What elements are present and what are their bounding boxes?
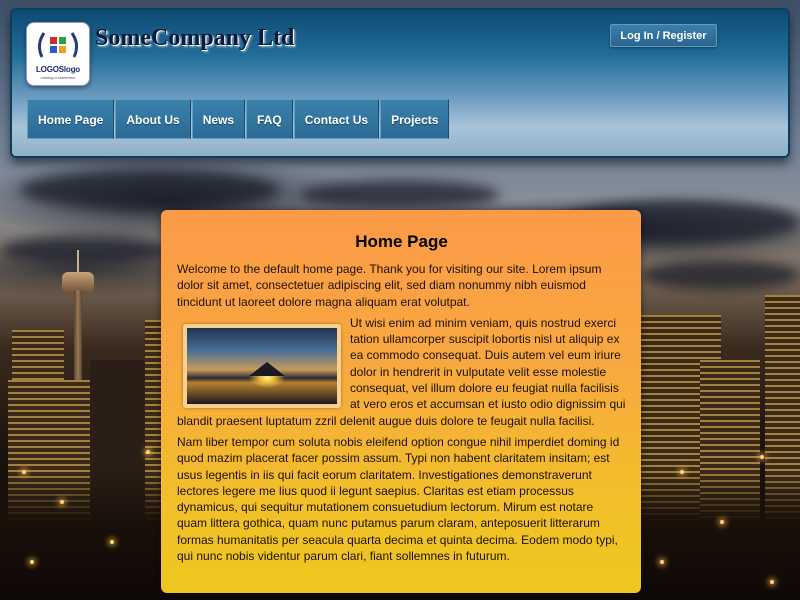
nav-item-contact-us[interactable]: Contact Us (293, 99, 380, 139)
nav-item-about-us[interactable]: About Us (115, 99, 191, 139)
nav-item-news[interactable]: News (191, 99, 246, 139)
nav-item-home-page[interactable]: Home Page (27, 99, 115, 139)
logo-text: LOGOSlogo (36, 65, 80, 74)
company-name: SomeCompany Ltd (95, 25, 295, 51)
company-logo[interactable]: LOGOSlogo making a statement (26, 22, 90, 86)
nav-item-faq[interactable]: FAQ (246, 99, 293, 139)
sunset-lake-image (183, 323, 341, 408)
intro-paragraph: Welcome to the default home page. Thank … (177, 262, 602, 309)
main-navigation: Home Page About Us News FAQ Contact Us P… (27, 99, 450, 139)
body-paragraph-2: Nam liber tempor cum soluta nobis eleife… (177, 434, 620, 564)
login-register-button[interactable]: Log In / Register (610, 24, 717, 47)
logo-emblem-icon (37, 32, 79, 58)
main-content-panel: Home Page Welcome to the default home pa… (161, 210, 641, 593)
nav-item-projects[interactable]: Projects (380, 99, 450, 139)
page-title: Home Page (355, 232, 448, 251)
logo-tagline: making a statement (40, 75, 76, 80)
